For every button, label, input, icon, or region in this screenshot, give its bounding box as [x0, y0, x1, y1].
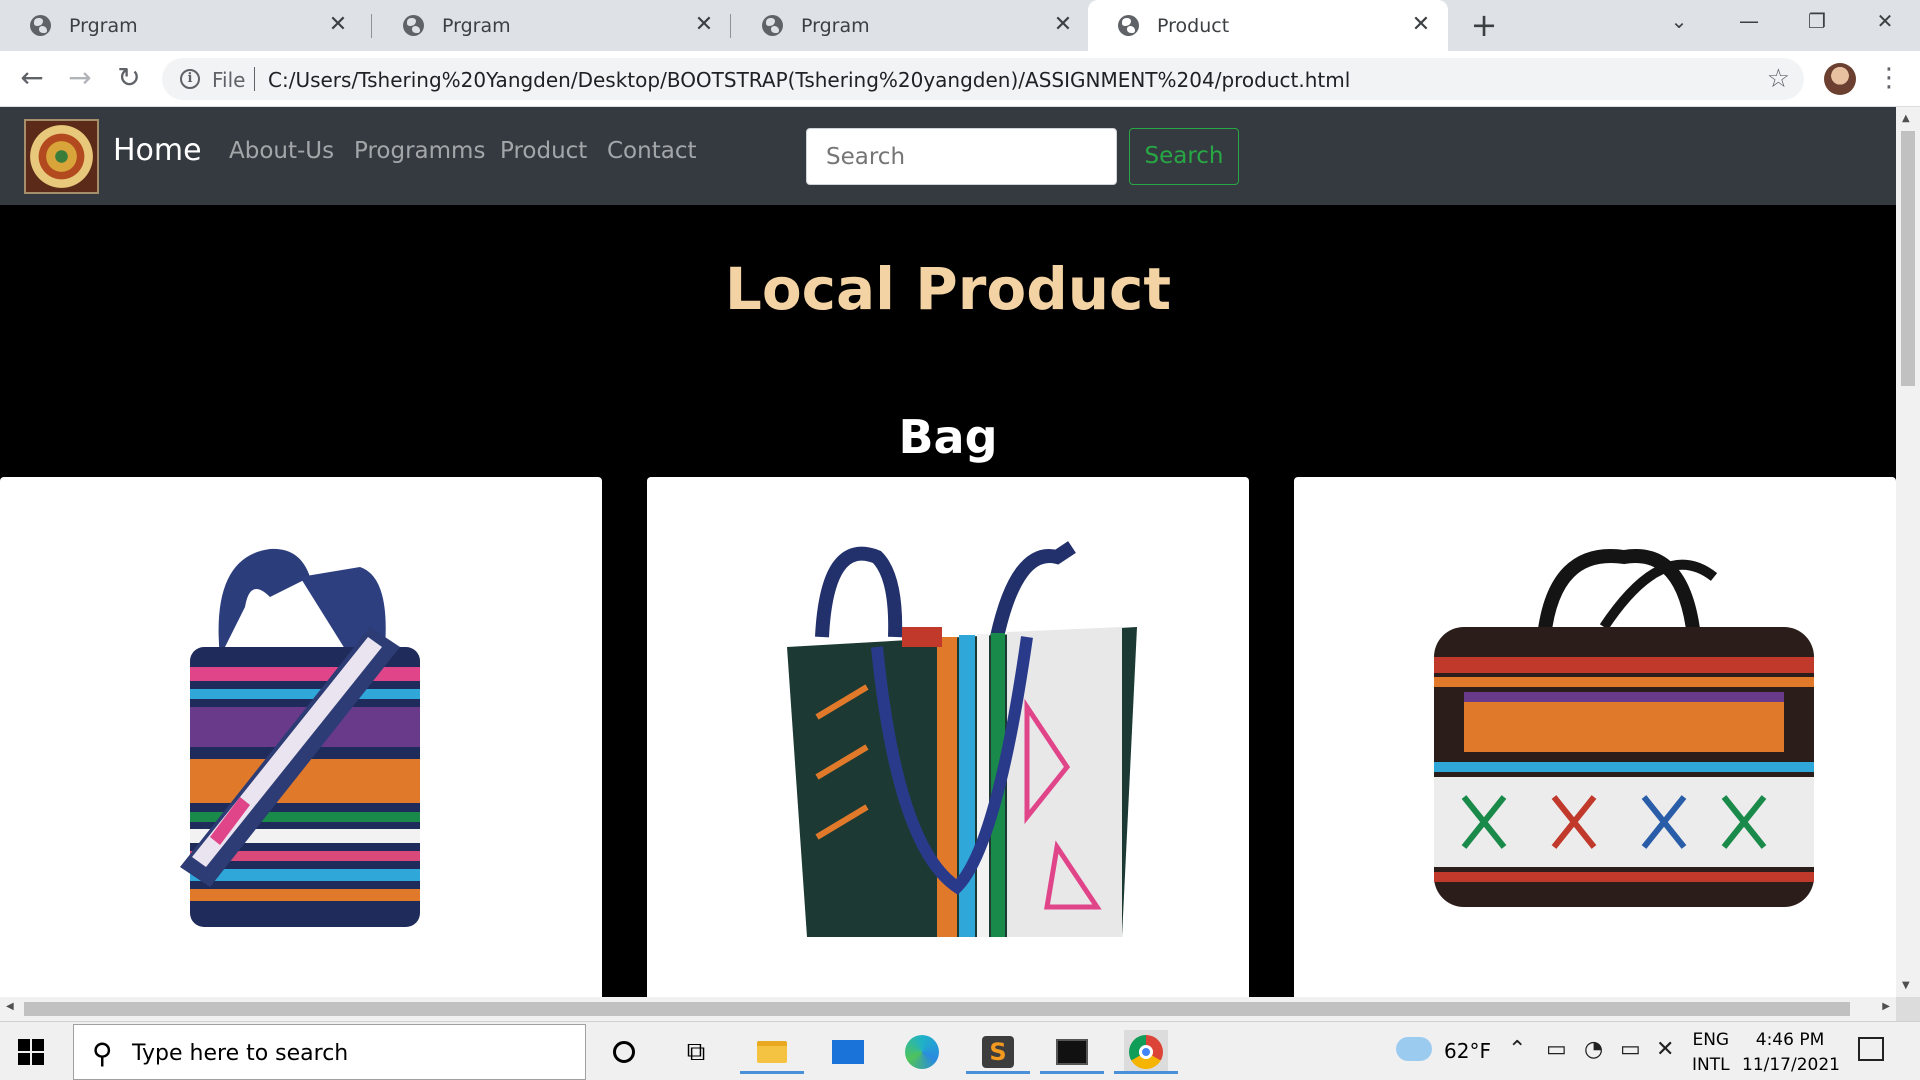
globe-icon	[30, 15, 51, 36]
cortana-icon[interactable]	[602, 1030, 646, 1074]
browser-tab[interactable]: Prgram ✕	[0, 0, 365, 51]
globe-icon	[403, 15, 424, 36]
scroll-left-icon[interactable]: ◀	[6, 1001, 14, 1012]
brand-home-link[interactable]: Home	[113, 133, 202, 168]
search-input[interactable]	[806, 128, 1117, 185]
product-card[interactable]	[0, 477, 602, 997]
site-navbar: Home About-Us Programms Product Contact …	[0, 107, 1896, 205]
browser-tab-active[interactable]: Product ✕	[1088, 0, 1448, 51]
language-line2: INTL	[1692, 1055, 1730, 1075]
scrollbar-thumb[interactable]	[1901, 131, 1915, 386]
nav-link-product[interactable]: Product	[500, 138, 587, 164]
back-icon[interactable]: ←	[14, 61, 50, 97]
terminal-icon[interactable]	[1040, 1030, 1104, 1074]
scheme-label: File	[212, 68, 246, 92]
new-tab-button[interactable]: +	[1466, 8, 1502, 44]
scroll-corner	[1896, 997, 1920, 1021]
meet-now-icon[interactable]: ▭	[1546, 1037, 1567, 1062]
sublime-text-icon[interactable]: S	[966, 1030, 1030, 1074]
nav-link-about[interactable]: About-Us	[229, 138, 334, 164]
globe-icon	[762, 15, 783, 36]
scroll-up-icon[interactable]: ▲	[1902, 113, 1910, 124]
close-icon[interactable]: ✕	[1050, 12, 1076, 38]
mail-icon[interactable]	[826, 1030, 870, 1074]
browser-tab-strip: Prgram ✕ Prgram ✕ Prgram ✕ Product ✕ + ⌄…	[0, 0, 1920, 51]
url-text[interactable]: C:/Users/Tshering%20Yangden/Desktop/BOOT…	[268, 68, 1350, 92]
nav-link-programms[interactable]: Programms	[354, 138, 485, 164]
weather-cloud-icon[interactable]	[1396, 1037, 1432, 1061]
volume-muted-icon[interactable]: ✕	[1656, 1037, 1674, 1062]
search-button[interactable]: Search	[1129, 128, 1239, 185]
screen: Prgram ✕ Prgram ✕ Prgram ✕ Product ✕ + ⌄…	[0, 0, 1920, 1080]
info-icon[interactable]: i	[180, 69, 200, 89]
battery-icon[interactable]: ▭	[1620, 1037, 1641, 1062]
language-line1: ENG	[1692, 1030, 1730, 1050]
browser-toolbar: ← → ↻ i File C:/Users/Tshering%20Yangden…	[0, 51, 1920, 107]
profile-avatar[interactable]	[1824, 63, 1856, 95]
tab-title: Prgram	[442, 14, 511, 37]
horizontal-scrollbar[interactable]: ◀ ▶	[0, 997, 1896, 1021]
sling-bag-image	[180, 548, 420, 927]
clock-date: 11/17/2021	[1742, 1055, 1840, 1075]
wifi-icon[interactable]: ◔	[1584, 1037, 1603, 1062]
taskbar-search-box[interactable]: ⚲ Type here to search	[73, 1024, 586, 1080]
weather-temperature[interactable]: 62°F	[1444, 1039, 1491, 1063]
browser-tab[interactable]: Prgram ✕	[732, 0, 1090, 51]
scroll-right-icon[interactable]: ▶	[1882, 1001, 1890, 1012]
address-separator	[254, 67, 255, 91]
vertical-scrollbar[interactable]: ▲ ▼	[1896, 107, 1920, 997]
language-indicator[interactable]: ENG INTL	[1692, 1028, 1730, 1078]
file-explorer-icon[interactable]	[740, 1030, 804, 1074]
page-viewport: Home About-Us Programms Product Contact …	[0, 107, 1896, 997]
taskbar-search-placeholder: Type here to search	[132, 1041, 349, 1066]
address-bar[interactable]: i File C:/Users/Tshering%20Yangden/Deskt…	[162, 58, 1804, 100]
tab-title: Product	[1157, 14, 1230, 37]
menu-icon[interactable]: ⋮	[1876, 61, 1902, 95]
tab-separator	[371, 14, 372, 38]
close-icon[interactable]: ✕	[691, 12, 717, 38]
edge-icon[interactable]	[900, 1030, 944, 1074]
section-title: Bag	[898, 410, 998, 464]
page-title: Local Product	[724, 255, 1172, 323]
window-close-icon[interactable]: ✕	[1850, 0, 1920, 42]
nav-link-contact[interactable]: Contact	[607, 138, 696, 164]
tab-title: Prgram	[69, 14, 138, 37]
chrome-icon[interactable]	[1114, 1030, 1178, 1074]
scroll-down-icon[interactable]: ▼	[1902, 980, 1910, 991]
minimize-icon[interactable]: —	[1714, 0, 1784, 42]
close-icon[interactable]: ✕	[1408, 12, 1434, 38]
taskbar: ⚲ Type here to search ⧉ S 62°F ⌃ ▭ ◔ ▭ ✕…	[0, 1021, 1920, 1080]
windows-start-icon[interactable]	[18, 1039, 44, 1065]
reload-icon[interactable]: ↻	[111, 61, 147, 97]
notification-icon[interactable]	[1858, 1037, 1884, 1061]
tab-title: Prgram	[801, 14, 870, 37]
tab-separator	[730, 14, 731, 38]
task-view-icon[interactable]: ⧉	[674, 1030, 718, 1074]
restore-icon[interactable]: ❐	[1782, 0, 1852, 42]
scrollbar-thumb[interactable]	[24, 1002, 1850, 1016]
forward-icon[interactable]: →	[62, 61, 98, 97]
brand-logo[interactable]	[24, 119, 99, 194]
bookmark-star-icon[interactable]: ☆	[1767, 64, 1790, 94]
tote-bag-image	[787, 541, 1137, 937]
product-card[interactable]	[647, 477, 1249, 997]
clock-time: 4:46 PM	[1755, 1030, 1825, 1050]
tray-chevron-icon[interactable]: ⌃	[1508, 1037, 1526, 1062]
globe-icon	[1118, 15, 1139, 36]
browser-tab[interactable]: Prgram ✕	[373, 0, 731, 51]
product-card[interactable]	[1294, 477, 1896, 997]
close-icon[interactable]: ✕	[325, 12, 351, 38]
search-icon: ⚲	[92, 1037, 113, 1070]
tab-search-icon[interactable]: ⌄	[1644, 0, 1714, 42]
clock[interactable]: 4:46 PM 11/17/2021	[1742, 1028, 1840, 1078]
laptop-bag-image	[1434, 549, 1814, 907]
